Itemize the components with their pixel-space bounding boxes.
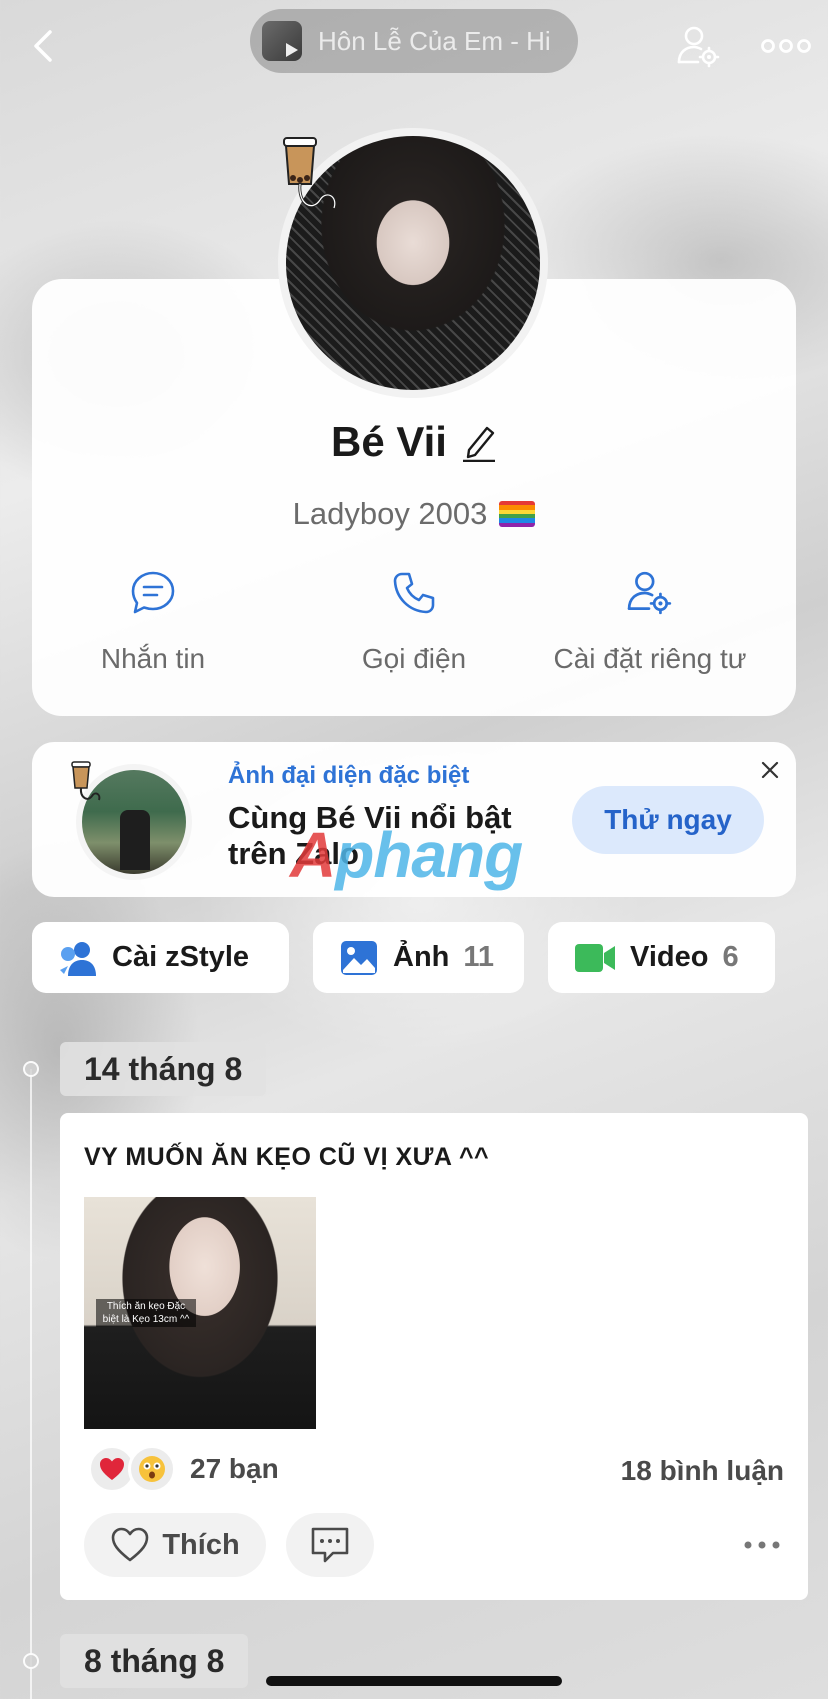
- try-now-button[interactable]: Thử ngay: [572, 786, 764, 854]
- photo-icon: [341, 940, 377, 975]
- user-gear-icon: [677, 26, 720, 68]
- profile-actions: Nhắn tin Gọi điện Cài đặt riêng tư: [32, 565, 796, 685]
- like-label: Thích: [162, 1528, 240, 1561]
- top-bar: Hôn Lễ Của Em - Hi: [0, 0, 828, 96]
- reaction-count: 27 bạn: [190, 1453, 279, 1484]
- date-header: 14 tháng 8: [60, 1042, 267, 1096]
- videos-label: Video: [630, 941, 709, 973]
- chat-icon: [131, 571, 175, 614]
- reactions-summary[interactable]: 27 bạn: [88, 1445, 279, 1493]
- music-title: Hôn Lễ Của Em - Hi: [318, 25, 551, 56]
- timeline-post[interactable]: VY MUỐN ĂN KẸO CŨ VỊ XƯA ^^ Thích ăn kẹo…: [60, 1113, 808, 1600]
- zstyle-label: Cài zStyle: [112, 941, 249, 973]
- timeline-dot: [23, 1061, 39, 1077]
- music-thumbnail: [262, 21, 302, 61]
- close-icon[interactable]: [756, 756, 784, 784]
- video-icon: [575, 943, 615, 972]
- rainbow-flag-icon: [499, 501, 536, 527]
- profile-bio-row: Ladyboy 2003: [0, 496, 828, 532]
- profile-name-row: Bé Vii: [0, 418, 828, 466]
- photos-label: Ảnh: [393, 941, 450, 973]
- photos-button[interactable]: Ảnh 11: [313, 922, 524, 993]
- privacy-settings-button[interactable]: Cài đặt riêng tư: [530, 565, 770, 675]
- photos-count: 11: [463, 941, 495, 973]
- videos-count: 6: [722, 941, 739, 973]
- profile-settings-button[interactable]: [676, 24, 722, 70]
- edit-pencil-icon[interactable]: [461, 422, 497, 462]
- photo-caption: Thích ăn kẹo Đặc biệt là Kẹo 13cm ^^: [96, 1299, 196, 1327]
- timeline-dot: [23, 1653, 39, 1669]
- more-dots-icon: [761, 39, 811, 53]
- surprised-reaction-icon: [128, 1445, 176, 1493]
- date-header: 8 tháng 8: [60, 1634, 249, 1688]
- call-label: Gọi điện: [361, 643, 467, 674]
- message-label: Nhắn tin: [100, 643, 206, 674]
- zstyle-button[interactable]: Cài zStyle: [32, 922, 289, 993]
- call-button[interactable]: Gọi điện: [294, 565, 534, 675]
- phone-icon: [393, 572, 435, 614]
- post-text: VY MUỐN ĂN KẸO CŨ VỊ XƯA ^^: [84, 1143, 490, 1171]
- more-options-button[interactable]: [760, 28, 812, 64]
- zstyle-icon: [60, 941, 96, 976]
- post-photo[interactable]: Thích ăn kẹo Đặc biệt là Kẹo 13cm ^^: [84, 1197, 316, 1429]
- comment-icon: [311, 1527, 349, 1563]
- videos-button[interactable]: Video 6: [548, 922, 775, 993]
- home-indicator: [266, 1676, 562, 1686]
- watermark-logo: Aphang: [290, 819, 523, 891]
- post-more-options-icon[interactable]: [742, 1531, 782, 1559]
- privacy-settings-label: Cài đặt riêng tư: [553, 643, 747, 674]
- privacy-settings-icon: [627, 571, 672, 615]
- promo-kicker: Ảnh đại diện đặc biệt: [228, 762, 470, 789]
- comment-count[interactable]: 18 bình luận: [621, 1455, 784, 1487]
- comment-button[interactable]: [286, 1513, 374, 1577]
- bubble-tea-sticker-icon: [71, 761, 101, 801]
- profile-music-player[interactable]: Hôn Lễ Của Em - Hi: [250, 9, 578, 73]
- profile-name: Bé Vii: [331, 418, 447, 465]
- timeline-line: [30, 1069, 32, 1699]
- profile-bio: Ladyboy 2003: [292, 496, 488, 531]
- back-button[interactable]: [24, 26, 64, 66]
- heart-outline-icon: [112, 1527, 149, 1562]
- message-button[interactable]: Nhắn tin: [33, 565, 273, 675]
- bubble-tea-sticker-icon: [283, 137, 337, 209]
- like-button[interactable]: Thích: [84, 1513, 266, 1577]
- play-icon: [286, 43, 298, 57]
- chevron-left-icon: [34, 30, 52, 62]
